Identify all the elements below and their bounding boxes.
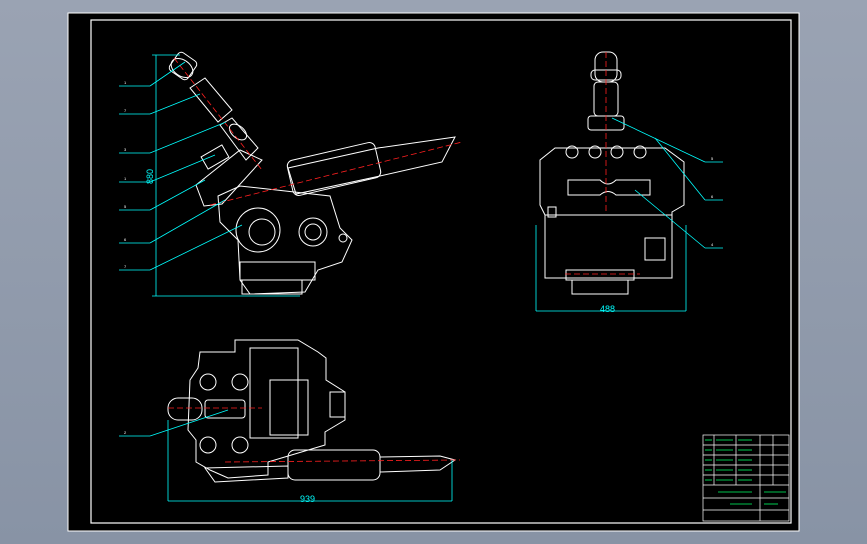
dim-488: 488 <box>600 304 615 314</box>
drawing-sheet <box>67 12 800 532</box>
dim-939: 939 <box>300 494 315 504</box>
cad-drawing: 880 1 7 3 1 5 6 7 488 5 6 4 939 2 <box>67 12 800 532</box>
cad-viewport[interactable]: 880 1 7 3 1 5 6 7 488 5 6 4 939 2 <box>0 0 867 544</box>
